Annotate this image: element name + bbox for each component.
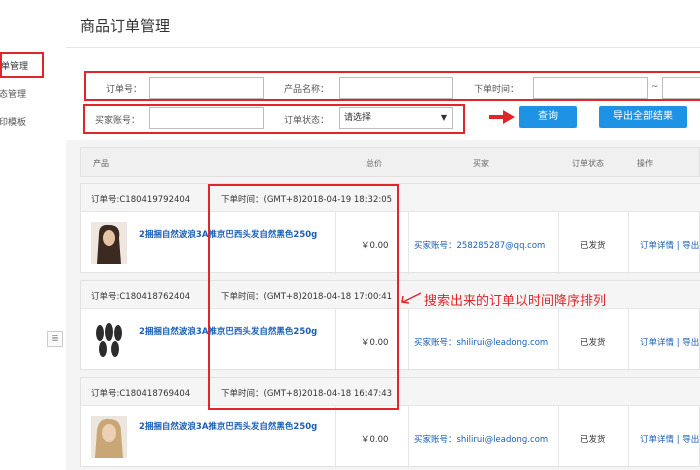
order-status: 已发货	[580, 241, 606, 251]
order-status: 已发货	[580, 338, 606, 348]
order-actions[interactable]: 订单详情 | 导出	[640, 336, 699, 348]
order-status-value: 请选择	[344, 113, 372, 123]
buyer-account-input[interactable]	[149, 107, 264, 129]
column-divider	[408, 212, 409, 274]
sidebar-item-label: 订单管理	[1, 62, 29, 72]
buyer-account-link[interactable]: 买家账号：shilirui@leadong.com	[414, 336, 548, 348]
column-header-buyer: 买家	[473, 159, 489, 168]
buyer-account-link[interactable]: 买家账号：shilirui@leadong.com	[414, 433, 548, 445]
sidebar-item-label: 打印模板	[0, 118, 27, 128]
annotation-arrow-icon	[401, 292, 422, 304]
buyer-account-link[interactable]: 买家账号：258285287@qq.com	[414, 239, 545, 251]
column-header-total: 总价	[366, 159, 382, 168]
order-time-start-input[interactable]	[533, 77, 648, 99]
date-range-separator: ~	[651, 82, 659, 92]
column-divider	[408, 406, 409, 468]
export-all-button[interactable]: 导出全部结果	[599, 106, 687, 128]
sidebar-item-print-template[interactable]: 打印模板	[0, 110, 66, 136]
column-divider	[335, 406, 336, 468]
order-number: 订单号:C180418762404	[91, 292, 191, 302]
product-thumbnail[interactable]	[91, 319, 127, 361]
column-divider	[558, 406, 559, 468]
highlight-box-order-times	[208, 184, 399, 410]
column-header-actions: 操作	[637, 159, 653, 168]
order-number: 订单号:C180418769404	[91, 389, 191, 399]
product-name-link[interactable]: 2捆捆自然波浪3A推京巴西头发自然黑色250g	[139, 420, 339, 432]
column-divider	[628, 309, 629, 371]
order-status-label: 订单状态：	[284, 116, 330, 126]
order-time-label: 下单时间：	[474, 85, 520, 95]
product-thumbnail[interactable]	[91, 416, 127, 458]
order-number: 订单号:C180419792404	[91, 195, 191, 205]
order-status-select[interactable]: 请选择 ▼	[339, 107, 453, 129]
column-divider	[628, 212, 629, 274]
product-name-input[interactable]	[339, 77, 453, 99]
column-header-status: 订单状态	[572, 159, 604, 168]
sidebar-item-order-management[interactable]: 订单管理	[0, 52, 44, 78]
buyer-account-label: 买家账号：	[95, 116, 141, 126]
order-status: 已发货	[580, 435, 606, 445]
dropdown-arrow-icon: ▼	[440, 113, 447, 122]
order-no-input[interactable]	[149, 77, 264, 99]
sidebar-item-status-management[interactable]: 状态管理	[0, 82, 66, 108]
column-header-product: 产品	[93, 159, 109, 168]
product-thumbnail[interactable]	[91, 222, 127, 264]
page-title: 商品订单管理	[80, 17, 171, 35]
sidebar-collapse-icon[interactable]: ≣	[47, 331, 63, 347]
sidebar: 订单管理 状态管理 打印模板 ≣	[0, 0, 66, 470]
column-divider	[628, 406, 629, 468]
query-button[interactable]: 查询	[519, 106, 577, 128]
order-time-end-input[interactable]	[662, 77, 700, 99]
sidebar-item-label: 状态管理	[0, 90, 27, 100]
column-divider	[408, 309, 409, 371]
table-header: 产品 总价 买家 订单状态 操作	[80, 147, 700, 177]
order-no-label: 订单号：	[106, 85, 143, 95]
annotation-text: 搜索出来的订单以时间降序排列	[424, 294, 607, 309]
order-actions[interactable]: 订单详情 | 导出	[640, 239, 699, 251]
filter-panel: 订单号： 产品名称： 下单时间： ~ 买家账号： 订单状态： 请选择 ▼ 查询 …	[66, 48, 700, 140]
order-actions[interactable]: 订单详情 | 导出	[640, 433, 699, 445]
pointer-arrow-icon	[503, 110, 515, 124]
order-price: ￥0.00	[361, 435, 389, 445]
column-divider	[558, 212, 559, 274]
product-name-label: 产品名称：	[284, 85, 330, 95]
column-divider	[558, 309, 559, 371]
page-header: 商品订单管理	[66, 0, 700, 48]
